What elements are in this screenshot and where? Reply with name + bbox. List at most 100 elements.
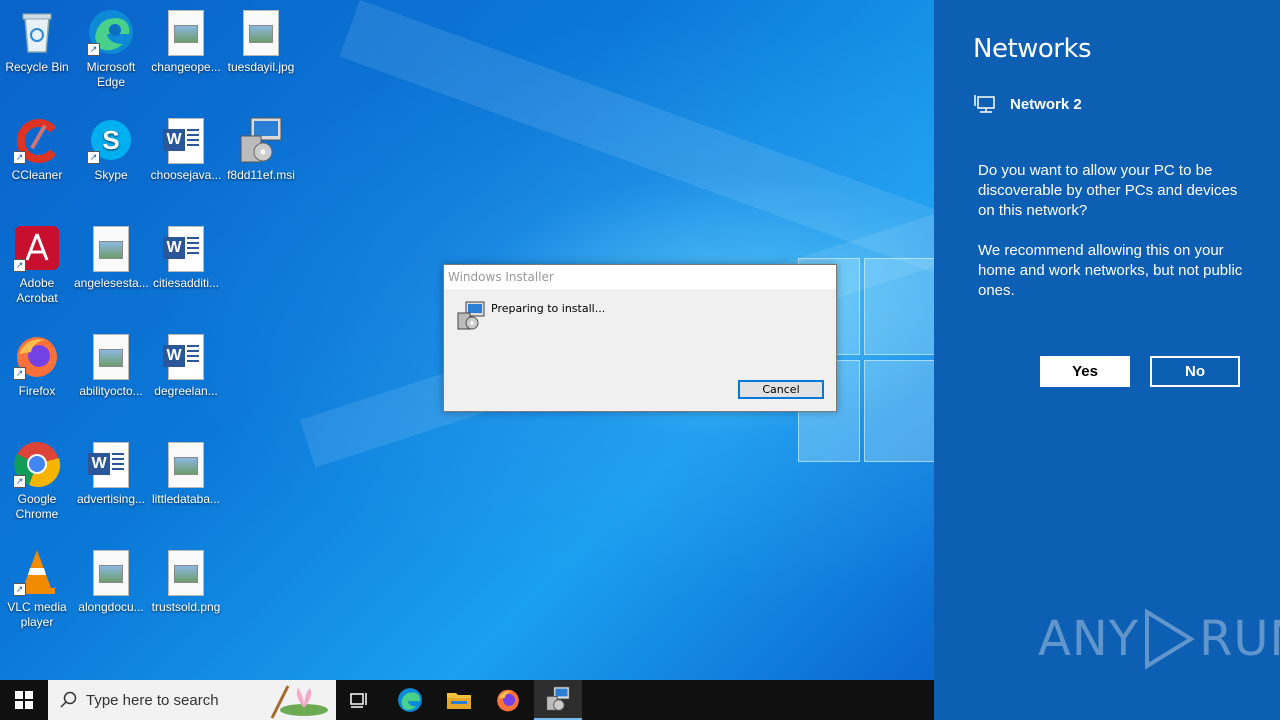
icon-label: Microsoft Edge xyxy=(86,60,136,89)
desktop-icon-recycle-bin[interactable]: Recycle Bin xyxy=(0,8,74,75)
icon-label: CCleaner xyxy=(11,168,63,182)
taskbar-edge[interactable] xyxy=(386,680,434,720)
edge-icon xyxy=(398,688,422,712)
desktop-icon-word-file[interactable]: W citiesadditi... xyxy=(149,224,223,291)
networks-panel: Networks Network 2 Do you want to allow … xyxy=(934,0,1280,720)
image-file-icon xyxy=(162,548,210,596)
ccleaner-icon: ↗ xyxy=(13,116,61,164)
vlc-cone-icon: ↗ xyxy=(13,548,61,596)
taskbar-windows-installer[interactable] xyxy=(534,680,582,720)
shortcut-arrow-icon: ↗ xyxy=(87,43,100,56)
desktop-icon-word-file[interactable]: W degreelan... xyxy=(149,332,223,399)
discoverable-recommendation: We recommend allowing this on your home … xyxy=(978,242,1243,299)
chrome-icon: ↗ xyxy=(13,440,61,488)
shortcut-arrow-icon: ↗ xyxy=(13,259,26,272)
search-placeholder: Type here to search xyxy=(86,691,219,709)
search-icon xyxy=(60,691,77,708)
dialog-message: Preparing to install... xyxy=(491,302,606,315)
word-document-icon: W xyxy=(162,332,210,380)
desktop-icon-word-file[interactable]: W choosejava... xyxy=(149,116,223,183)
taskbar-search-box[interactable]: Type here to search xyxy=(48,680,336,720)
folder-icon xyxy=(447,693,471,709)
desktop-icon-microsoft-edge[interactable]: ↗ Microsoft Edge xyxy=(74,8,148,90)
installer-package-icon xyxy=(237,116,285,164)
icon-label: citiesadditi... xyxy=(152,276,220,290)
desktop-icon-vlc[interactable]: ↗ VLC media player xyxy=(0,548,74,630)
desktop-icon-google-chrome[interactable]: ↗ Google Chrome xyxy=(0,440,74,522)
panel-title: Networks xyxy=(973,34,1092,64)
windows-installer-dialog: Windows Installer Preparing to install..… xyxy=(443,264,837,412)
icon-label: tuesdayil.jpg xyxy=(227,60,295,74)
icon-label: abilityocto... xyxy=(79,384,143,398)
task-view-icon xyxy=(350,693,367,708)
play-triangle-icon xyxy=(1145,608,1195,670)
anyrun-watermark: ANY RUN xyxy=(1038,608,1280,670)
desktop-icon-adobe-acrobat[interactable]: ↗ Adobe Acrobat xyxy=(0,224,74,306)
desktop-icon-image-file[interactable]: tuesdayil.jpg xyxy=(224,8,298,75)
dialog-title: Windows Installer xyxy=(444,265,836,289)
watermark-text-right: RUN xyxy=(1199,611,1280,667)
icon-label: angelesesta... xyxy=(74,276,149,290)
installer-icon xyxy=(546,686,570,711)
shortcut-arrow-icon: ↗ xyxy=(87,151,100,164)
icon-label: Adobe Acrobat xyxy=(16,276,58,305)
installer-icon xyxy=(456,301,486,331)
yes-button[interactable]: Yes xyxy=(1040,356,1130,387)
icon-label: choosejava... xyxy=(150,168,222,182)
icon-label: Google Chrome xyxy=(15,492,59,521)
icon-label: advertising... xyxy=(76,492,146,506)
ethernet-icon xyxy=(974,95,995,113)
icon-label: degreelan... xyxy=(154,384,218,398)
shortcut-arrow-icon: ↗ xyxy=(13,151,26,164)
svg-text:S: S xyxy=(102,125,119,155)
edge-icon: ↗ xyxy=(87,8,135,56)
desktop-icon-skype[interactable]: S ↗ Skype xyxy=(74,116,148,183)
lotus-search-highlight-icon xyxy=(270,685,328,719)
skype-icon: S ↗ xyxy=(87,116,135,164)
icon-label: Skype xyxy=(94,168,128,182)
word-document-icon: W xyxy=(87,440,135,488)
desktop-icon-image-file[interactable]: littledataba... xyxy=(149,440,223,507)
taskbar-firefox[interactable] xyxy=(484,680,532,720)
taskbar: Type here to search xyxy=(0,680,934,720)
watermark-text-left: ANY xyxy=(1038,611,1140,667)
adobe-acrobat-icon: ↗ xyxy=(13,224,61,272)
desktop-icon-image-file[interactable]: changeope... xyxy=(149,8,223,75)
image-file-icon xyxy=(237,8,285,56)
no-button[interactable]: No xyxy=(1150,356,1240,387)
word-document-icon: W xyxy=(162,116,210,164)
image-file-icon xyxy=(162,8,210,56)
desktop: Recycle Bin ↗ CCleaner ↗ Adobe Acrobat ↗… xyxy=(0,0,934,680)
image-file-icon xyxy=(87,224,135,272)
shortcut-arrow-icon: ↗ xyxy=(13,475,26,488)
network-item[interactable]: Network 2 xyxy=(974,94,1082,114)
desktop-icon-image-file[interactable]: trustsold.png xyxy=(149,548,223,615)
task-view-button[interactable] xyxy=(336,680,384,720)
discoverable-question: Do you want to allow your PC to be disco… xyxy=(978,162,1238,219)
image-file-icon xyxy=(87,332,135,380)
desktop-icon-image-file[interactable]: alongdocu... xyxy=(74,548,148,615)
desktop-icon-image-file[interactable]: angelesesta... xyxy=(74,224,149,291)
icon-label: trustsold.png xyxy=(151,600,221,614)
taskbar-file-explorer[interactable] xyxy=(435,680,483,720)
desktop-icon-msi-file[interactable]: f8dd11ef.msi xyxy=(224,116,298,183)
network-name: Network 2 xyxy=(1010,95,1082,113)
windows-start-icon xyxy=(15,691,33,709)
recycle-bin-icon xyxy=(13,8,61,56)
image-file-icon xyxy=(87,548,135,596)
icon-label: Firefox xyxy=(18,384,56,398)
firefox-icon: ↗ xyxy=(13,332,61,380)
word-document-icon: W xyxy=(162,224,210,272)
start-button[interactable] xyxy=(0,680,48,720)
shortcut-arrow-icon: ↗ xyxy=(13,367,26,380)
shortcut-arrow-icon: ↗ xyxy=(13,583,26,596)
cancel-button[interactable]: Cancel xyxy=(738,380,824,399)
desktop-icon-firefox[interactable]: ↗ Firefox xyxy=(0,332,74,399)
desktop-icon-image-file[interactable]: abilityocto... xyxy=(74,332,148,399)
firefox-icon xyxy=(497,689,519,712)
desktop-icon-word-file[interactable]: W advertising... xyxy=(74,440,148,507)
desktop-icon-ccleaner[interactable]: ↗ CCleaner xyxy=(0,116,74,183)
icon-label: alongdocu... xyxy=(78,600,144,614)
icon-label: Recycle Bin xyxy=(5,60,69,74)
icon-label: VLC media player xyxy=(7,600,67,629)
